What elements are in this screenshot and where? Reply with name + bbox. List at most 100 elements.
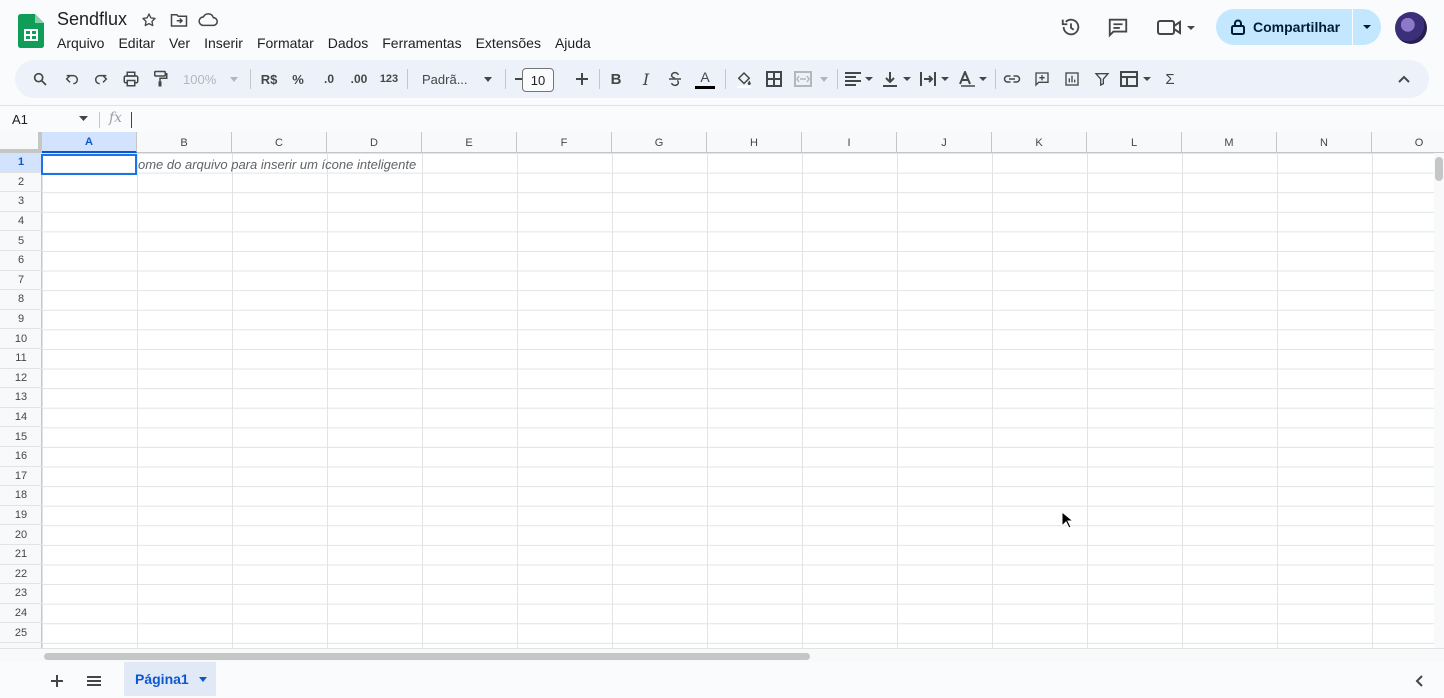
row-header-9[interactable]: 9	[0, 310, 42, 330]
share-dropdown-button[interactable]	[1353, 9, 1381, 45]
row-header-13[interactable]: 13	[0, 388, 42, 408]
column-header-j[interactable]: J	[897, 132, 992, 153]
filter-views-icon[interactable]	[1119, 67, 1153, 91]
row-header-5[interactable]: 5	[0, 231, 42, 251]
row-header-6[interactable]: 6	[0, 251, 42, 271]
active-cell-a1[interactable]	[41, 154, 137, 175]
row-header-20[interactable]: 20	[0, 525, 42, 545]
column-header-b[interactable]: B	[137, 132, 232, 153]
row-header-3[interactable]: 3	[0, 192, 42, 212]
column-header-f[interactable]: F	[517, 132, 612, 153]
print-icon[interactable]	[120, 67, 142, 91]
meet-camera-icon[interactable]	[1155, 14, 1197, 40]
sheet-tab-pagina1[interactable]: Página1	[124, 662, 216, 696]
menu-dados[interactable]: Dados	[321, 33, 375, 53]
row-header-7[interactable]: 7	[0, 271, 42, 291]
vertical-scroll-thumb[interactable]	[1435, 157, 1443, 181]
menu-extensoes[interactable]: Extensões	[469, 33, 548, 53]
text-rotation-icon[interactable]	[957, 67, 989, 91]
filter-icon[interactable]	[1091, 67, 1113, 91]
horizontal-scroll-thumb[interactable]	[44, 653, 810, 660]
insert-comment-icon[interactable]	[1031, 67, 1053, 91]
document-title[interactable]: Sendflux	[57, 9, 127, 30]
fill-color-icon[interactable]	[732, 67, 756, 91]
increase-decimal-button[interactable]: .00	[347, 67, 371, 91]
font-size-input[interactable]: 10	[522, 68, 554, 92]
select-all-corner[interactable]	[0, 132, 42, 153]
row-header-4[interactable]: 4	[0, 212, 42, 232]
row-header-18[interactable]: 18	[0, 486, 42, 506]
bold-button[interactable]: B	[605, 67, 627, 91]
text-color-button[interactable]: A	[693, 67, 717, 91]
horizontal-scrollbar[interactable]	[0, 648, 1444, 662]
column-header-l[interactable]: L	[1087, 132, 1182, 153]
column-header-m[interactable]: M	[1182, 132, 1277, 153]
name-box-dropdown-icon[interactable]	[79, 116, 88, 121]
row-header-2[interactable]: 2	[0, 173, 42, 193]
paint-format-icon[interactable]	[149, 67, 171, 91]
row-header-14[interactable]: 14	[0, 408, 42, 428]
row-header-24[interactable]: 24	[0, 604, 42, 624]
redo-icon[interactable]	[90, 67, 112, 91]
column-header-k[interactable]: K	[992, 132, 1087, 153]
insert-chart-icon[interactable]	[1061, 67, 1083, 91]
row-header-17[interactable]: 17	[0, 467, 42, 487]
insert-link-icon[interactable]	[1001, 67, 1023, 91]
version-history-icon[interactable]	[1059, 14, 1083, 40]
horizontal-align-icon[interactable]	[843, 67, 875, 91]
row-header-1[interactable]: 1	[0, 153, 42, 173]
search-menus-icon[interactable]	[29, 67, 51, 91]
menu-editar[interactable]: Editar	[111, 33, 162, 53]
star-icon[interactable]	[139, 10, 159, 30]
column-header-h[interactable]: H	[707, 132, 802, 153]
italic-button[interactable]: I	[635, 67, 657, 91]
account-avatar[interactable]	[1395, 12, 1427, 44]
column-header-g[interactable]: G	[612, 132, 707, 153]
strikethrough-icon[interactable]	[664, 67, 686, 91]
currency-format-button[interactable]: R$	[257, 67, 281, 91]
menu-arquivo[interactable]: Arquivo	[50, 33, 111, 53]
row-header-15[interactable]: 15	[0, 427, 42, 447]
row-header-23[interactable]: 23	[0, 584, 42, 604]
add-sheet-icon[interactable]	[46, 671, 68, 691]
column-header-d[interactable]: D	[327, 132, 422, 153]
column-header-i[interactable]: I	[802, 132, 897, 153]
name-box[interactable]: A1	[12, 112, 28, 127]
column-header-a[interactable]: A	[42, 132, 137, 153]
formula-input[interactable]	[131, 112, 1421, 128]
row-header-16[interactable]: 16	[0, 447, 42, 467]
menu-inserir[interactable]: Inserir	[197, 33, 250, 53]
menu-ver[interactable]: Ver	[162, 33, 197, 53]
cloud-status-icon[interactable]	[198, 10, 218, 30]
row-header-11[interactable]: 11	[0, 349, 42, 369]
percent-format-button[interactable]: %	[288, 67, 308, 91]
more-formats-button[interactable]: 123	[377, 67, 401, 91]
column-header-o[interactable]: O	[1372, 132, 1444, 153]
column-header-e[interactable]: E	[422, 132, 517, 153]
caret-down-icon[interactable]	[198, 676, 207, 682]
font-size-increase-button[interactable]	[572, 67, 592, 91]
cell-area[interactable]	[42, 153, 1434, 648]
all-sheets-menu-icon[interactable]	[83, 671, 105, 691]
menu-ferramentas[interactable]: Ferramentas	[375, 33, 468, 53]
functions-button[interactable]: Σ	[1159, 67, 1181, 91]
row-header-10[interactable]: 10	[0, 329, 42, 349]
column-header-c[interactable]: C	[232, 132, 327, 153]
menu-formatar[interactable]: Formatar	[250, 33, 321, 53]
row-header-21[interactable]: 21	[0, 545, 42, 565]
comments-icon[interactable]	[1106, 14, 1130, 40]
row-header-12[interactable]: 12	[0, 369, 42, 389]
row-header-8[interactable]: 8	[0, 290, 42, 310]
text-wrapping-icon[interactable]	[919, 67, 951, 91]
vertical-align-icon[interactable]	[881, 67, 913, 91]
merge-cells-icon[interactable]	[793, 67, 831, 91]
share-button[interactable]: Compartilhar	[1216, 9, 1352, 45]
menu-ajuda[interactable]: Ajuda	[548, 33, 598, 53]
borders-icon[interactable]	[763, 67, 785, 91]
row-header-19[interactable]: 19	[0, 506, 42, 526]
vertical-scrollbar[interactable]	[1434, 153, 1444, 648]
row-header-22[interactable]: 22	[0, 565, 42, 585]
collapse-toolbar-icon[interactable]	[1393, 67, 1415, 91]
font-select[interactable]: Padrã...	[413, 67, 497, 91]
decrease-decimal-button[interactable]: .0	[317, 67, 341, 91]
